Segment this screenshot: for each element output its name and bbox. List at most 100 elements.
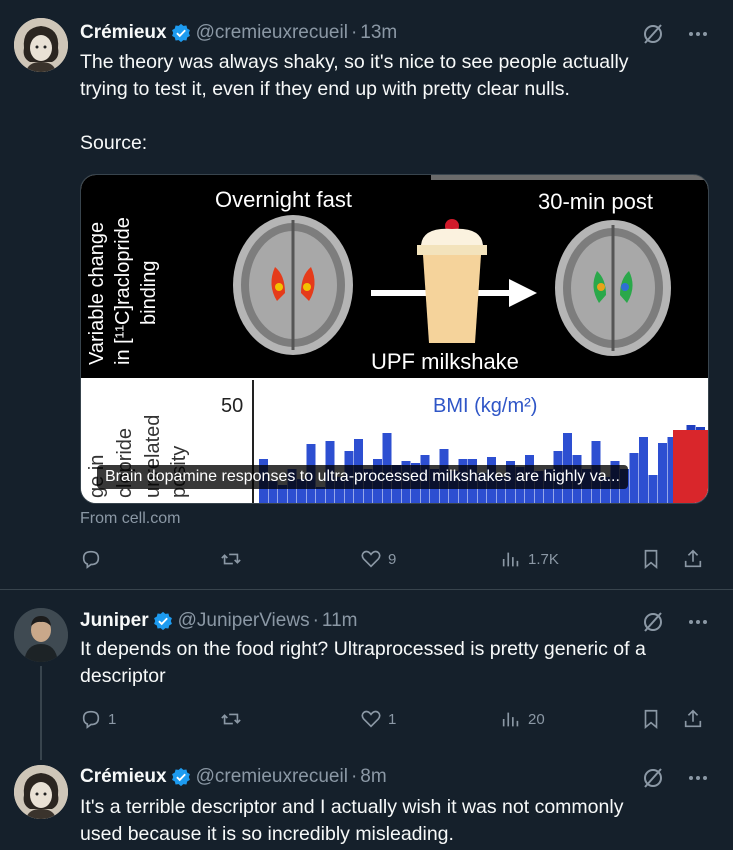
views-count: 1.7K: [528, 550, 559, 568]
tweet-text-line: It depends on the food right? Ultraproce…: [80, 638, 646, 660]
tweet-text-line: descriptor: [80, 665, 166, 687]
like-icon: [361, 550, 381, 568]
retweet-button[interactable]: [220, 548, 242, 570]
tweet-text-line: trying to test it, even if they end up w…: [80, 78, 570, 100]
tweet-text-line: It's a terrible descriptor and I actuall…: [80, 796, 624, 818]
like-count: 9: [388, 550, 397, 568]
bookmark-button[interactable]: [640, 548, 662, 570]
thread-line: [40, 666, 42, 760]
card-bar: [658, 443, 667, 503]
share-icon: [684, 549, 702, 568]
tweet-cremieux-2[interactable]: Crémieux @cremieuxrecueil · 8m It's a te…: [0, 760, 733, 850]
avatar[interactable]: [14, 18, 68, 72]
card-bar: [316, 487, 325, 503]
avatar[interactable]: [14, 608, 68, 662]
card-source[interactable]: From cell.com: [80, 510, 180, 528]
brain-left-icon: [233, 215, 353, 355]
grok-icon[interactable]: [641, 610, 665, 634]
like-count: 1: [388, 710, 397, 728]
author-handle[interactable]: @cremieuxrecueil: [196, 766, 348, 788]
card-ylabel-1: Variable change: [86, 222, 108, 365]
share-button[interactable]: [682, 708, 704, 730]
retweet-icon: [221, 713, 241, 725]
card-ylabel-3: binding: [138, 260, 160, 325]
verified-badge-icon: [153, 611, 172, 631]
card-bar: [629, 453, 639, 503]
tweet-text: It depends on the food right? Ultraproce…: [80, 636, 710, 690]
tweet-header-icons: [641, 610, 709, 634]
timestamp[interactable]: 11m: [322, 610, 358, 632]
timestamp[interactable]: 13m: [360, 22, 397, 44]
author-name[interactable]: Juniper: [80, 610, 149, 632]
reply-icon: [82, 710, 100, 729]
avatar-portrait-icon: [14, 18, 68, 72]
views-icon: [502, 552, 519, 567]
reply-icon: [82, 550, 100, 569]
timestamp[interactable]: 8m: [360, 766, 386, 788]
separator: ·: [350, 22, 358, 43]
tweet-header: Crémieux @cremieuxrecueil · 8m: [80, 766, 387, 788]
views-icon: [502, 712, 519, 727]
tweet-header-icons: [641, 766, 709, 790]
share-icon: [684, 709, 702, 728]
share-button[interactable]: [682, 548, 704, 570]
avatar-portrait-icon: [14, 608, 68, 662]
bookmark-icon: [644, 709, 658, 730]
card-title: Brain dopamine responses to ultra-proces…: [97, 465, 628, 489]
card-bar-highlight: [673, 430, 708, 503]
avatar-portrait-icon: [14, 765, 68, 819]
bookmark-icon: [644, 549, 658, 570]
card-bar: [639, 437, 648, 503]
views-button[interactable]: 1.7K: [500, 548, 559, 570]
author-handle[interactable]: @JuniperViews: [178, 610, 310, 632]
tweet-text: It's a terrible descriptor and I actuall…: [80, 794, 710, 848]
milkshake-icon: [417, 219, 487, 343]
separator: ·: [312, 610, 319, 631]
card-bar: [648, 475, 658, 503]
author-name[interactable]: Crémieux: [80, 766, 167, 788]
action-bar: 9 1.7K: [80, 548, 710, 574]
verified-badge-icon: [171, 767, 190, 787]
author-handle[interactable]: @cremieuxrecueil: [196, 22, 348, 44]
card-ylabel-2: in [¹¹C]raclopride: [112, 217, 134, 365]
tweet-text-line: The theory was always shaky, so it's nic…: [80, 51, 629, 73]
retweet-button[interactable]: [220, 708, 242, 730]
card-label-left: Overnight fast: [215, 187, 352, 212]
bookmark-button[interactable]: [640, 708, 662, 730]
tweet-text-line: Source:: [80, 132, 148, 154]
tweet-header-icons: [641, 22, 709, 46]
card-label-right: 30-min post: [538, 189, 653, 214]
views-count: 20: [528, 710, 545, 728]
grok-icon[interactable]: [641, 22, 665, 46]
tweet-juniper[interactable]: Juniper @JuniperViews · 11m It depends o…: [0, 590, 733, 760]
card-bars: [259, 425, 708, 503]
like-button[interactable]: 9: [360, 548, 396, 570]
separator: ·: [350, 766, 358, 787]
tweet-cremieux-1[interactable]: Crémieux @cremieuxrecueil · 13m The theo…: [0, 0, 733, 590]
tweet-text-line: used because it is so incredibly mislead…: [80, 823, 454, 845]
card-chart-tick: 50: [221, 395, 243, 417]
tweet-text: The theory was always shaky, so it's nic…: [80, 49, 710, 157]
avatar[interactable]: [14, 765, 68, 819]
verified-badge-icon: [171, 23, 190, 43]
like-icon: [361, 710, 381, 728]
reply-button[interactable]: 1: [80, 708, 116, 730]
action-bar: 1 1 20: [80, 708, 710, 734]
more-icon[interactable]: [687, 23, 709, 45]
more-icon[interactable]: [687, 611, 709, 633]
card-chart-legend: BMI (kg/m²): [433, 395, 537, 417]
author-name[interactable]: Crémieux: [80, 22, 167, 44]
like-button[interactable]: 1: [360, 708, 396, 730]
tweet-header: Juniper @JuniperViews · 11m: [80, 610, 357, 632]
card-graphic: Variable change in [¹¹C]raclopride bindi…: [86, 175, 708, 374]
retweet-icon: [221, 553, 241, 565]
more-icon[interactable]: [687, 767, 709, 789]
reply-count: 1: [108, 710, 117, 728]
brain-right-icon: [555, 220, 671, 356]
tweet-header: Crémieux @cremieuxrecueil · 13m: [80, 22, 397, 44]
reply-button[interactable]: [80, 548, 102, 570]
link-card[interactable]: Variable change in [¹¹C]raclopride bindi…: [80, 174, 709, 504]
views-button[interactable]: 20: [500, 708, 545, 730]
card-image-top: Variable change in [¹¹C]raclopride bindi…: [81, 175, 708, 378]
grok-icon[interactable]: [641, 766, 665, 790]
